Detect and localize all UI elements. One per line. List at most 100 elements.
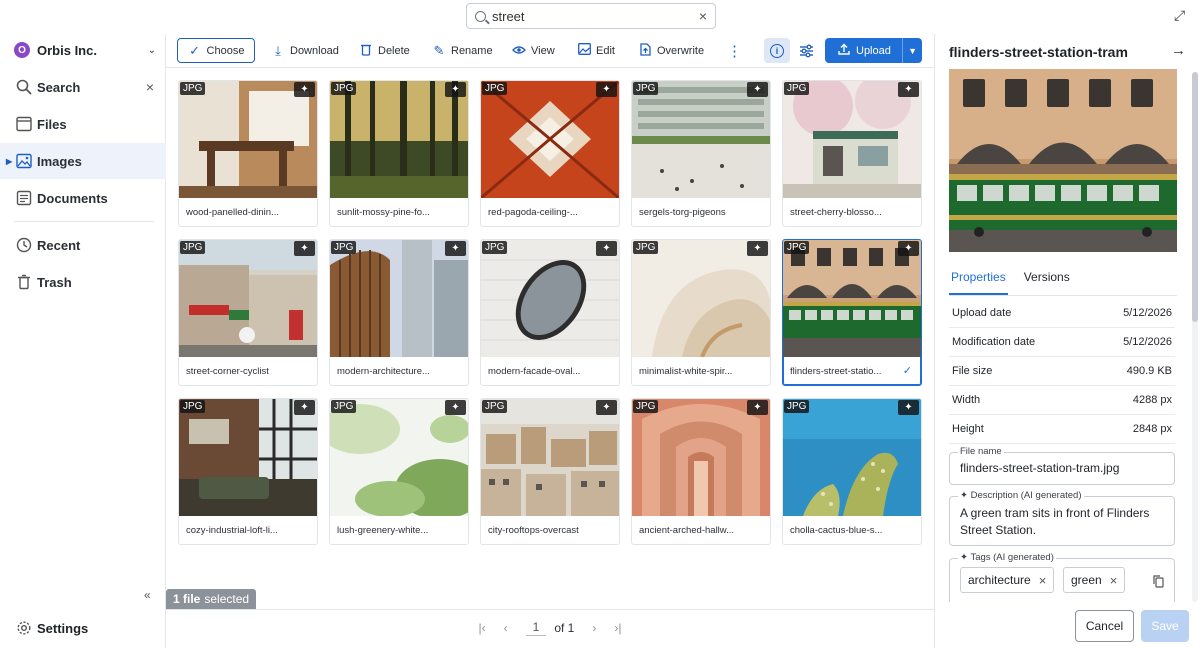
sidebar-item-label: Trash [37, 274, 72, 290]
search-input[interactable] [492, 8, 699, 24]
sidebar-item-search[interactable]: Search × [0, 69, 166, 105]
more-options-icon[interactable]: ⋮ [727, 38, 742, 63]
file-type-badge: JPG [180, 400, 206, 413]
rename-button[interactable]: ✎ Rename [432, 38, 493, 63]
image-card[interactable]: JPG ✦ minimalist-white-spir... [631, 239, 771, 386]
copy-icon[interactable] [1153, 575, 1164, 591]
image-thumbnail[interactable] [783, 399, 921, 516]
sparkle-icon: ✦ [960, 490, 971, 501]
file-type-badge: JPG [482, 400, 508, 413]
choose-button[interactable]: ✓ Choose [177, 38, 255, 63]
image-card[interactable]: JPG ✦ street-cherry-blosso... [782, 80, 922, 227]
remove-tag-icon[interactable]: × [1039, 573, 1047, 588]
tab-versions[interactable]: Versions [1022, 266, 1072, 295]
description-field[interactable]: ✦ Description (AI generated) A green tra… [949, 490, 1175, 546]
image-thumbnail[interactable] [179, 240, 317, 357]
expand-icon[interactable]: ⤢ [1174, 8, 1188, 22]
details-panel: flinders-street-station-tram → Propertie… [934, 34, 1200, 648]
search-icon [475, 10, 486, 22]
image-thumbnail[interactable] [481, 240, 619, 357]
info-toggle-button[interactable]: i [764, 38, 790, 63]
trash-icon [359, 43, 373, 59]
property-row: Height 2848 px [949, 415, 1175, 444]
tag-chip[interactable]: architecture × [960, 567, 1055, 593]
sidebar-item-recent[interactable]: Recent [0, 227, 166, 263]
collapse-sidebar-icon[interactable]: « [144, 588, 151, 602]
image-thumbnail[interactable] [179, 399, 317, 516]
chevron-down-icon[interactable]: ▼ [902, 38, 922, 63]
image-card[interactable]: JPG ✦ modern-architecture... [329, 239, 469, 386]
image-card[interactable]: JPG ✦ red-pagoda-ceiling-... [480, 80, 620, 227]
prev-page-icon[interactable]: ‹ [504, 621, 508, 635]
view-label: View [531, 44, 555, 57]
arrow-right-icon[interactable]: → [1171, 42, 1186, 59]
image-card-name: sergels-torg-pigeons [639, 207, 726, 218]
first-page-icon[interactable]: |‹ [479, 621, 486, 635]
image-card[interactable]: JPG ✦ street-corner-cyclist [178, 239, 318, 386]
image-thumbnail[interactable] [179, 81, 317, 198]
save-button[interactable]: Save [1141, 610, 1189, 642]
ai-sparkle-icon: ✦ [596, 400, 617, 415]
image-thumbnail[interactable] [481, 81, 619, 198]
image-card[interactable]: JPG ✦ modern-facade-oval... [480, 239, 620, 386]
close-icon[interactable]: × [146, 79, 154, 95]
sidebar-item-settings[interactable]: Settings [16, 620, 88, 636]
details-scrollbar[interactable] [1192, 72, 1198, 602]
image-card[interactable]: JPG ✦ sunlit-mossy-pine-fo... [329, 80, 469, 227]
sidebar-item-documents[interactable]: Documents [0, 180, 166, 216]
upload-main[interactable]: Upload [825, 43, 897, 58]
cancel-button[interactable]: Cancel [1075, 610, 1134, 642]
image-card[interactable]: JPG ✦ cholla-cactus-blue-s... [782, 398, 922, 545]
image-thumbnail[interactable] [783, 240, 921, 357]
upload-button[interactable]: Upload ▼ [825, 38, 922, 63]
image-card-name: street-cherry-blosso... [790, 207, 882, 218]
sidebar-item-files[interactable]: Files [0, 106, 166, 142]
image-thumbnail[interactable] [632, 240, 770, 357]
scrollbar-thumb[interactable] [1192, 72, 1198, 322]
edit-button[interactable]: Edit [577, 38, 615, 63]
filters-icon[interactable] [799, 38, 814, 63]
download-button[interactable]: ⤓ Download [271, 38, 339, 63]
remove-tag-icon[interactable]: × [1110, 573, 1118, 588]
org-switcher[interactable]: O Orbis Inc. ⌄ [14, 42, 156, 58]
image-thumbnail[interactable] [632, 399, 770, 516]
file-type-badge: JPG [331, 400, 357, 413]
next-page-icon[interactable]: › [592, 621, 596, 635]
image-thumbnail[interactable] [481, 399, 619, 516]
delete-button[interactable]: Delete [359, 38, 410, 63]
tag-chip[interactable]: green × [1063, 567, 1126, 593]
sidebar-item-trash[interactable]: Trash [0, 264, 166, 300]
image-card[interactable]: JPG ✦ lush-greenery-white... [329, 398, 469, 545]
image-thumbnail[interactable] [330, 81, 468, 198]
image-card[interactable]: JPG ✦ sergels-torg-pigeons [631, 80, 771, 227]
tags-field[interactable]: ✦ Tags (AI generated) architecture × gre… [949, 552, 1175, 608]
sparkle-icon: ✦ [960, 552, 971, 563]
tags-label-text: Tags (AI generated) [970, 552, 1054, 563]
page-number-input[interactable]: 1 [525, 619, 547, 636]
image-thumbnail[interactable] [783, 81, 921, 198]
gear-icon [16, 620, 32, 636]
image-card-name: street-corner-cyclist [186, 366, 269, 377]
document-icon [16, 190, 32, 206]
image-card[interactable]: JPG ✦ cozy-industrial-loft-li... [178, 398, 318, 545]
image-thumbnail[interactable] [632, 81, 770, 198]
delete-label: Delete [378, 44, 410, 57]
image-thumbnail[interactable] [330, 240, 468, 357]
image-card[interactable]: JPG ✦ flinders-street-statio... ✓ [782, 239, 922, 386]
search-box[interactable]: × [466, 3, 716, 29]
image-card-name: red-pagoda-ceiling-... [488, 207, 578, 218]
file-name-field[interactable]: File name flinders-street-station-tram.j… [949, 446, 1175, 485]
image-thumbnail[interactable] [330, 399, 468, 516]
overwrite-button[interactable]: Overwrite [638, 38, 704, 63]
clear-search-icon[interactable]: × [699, 8, 707, 24]
caret-right-icon: ▶ [6, 156, 13, 166]
image-card[interactable]: JPG ✦ city-rooftops-overcast [480, 398, 620, 545]
image-card[interactable]: JPG ✦ ancient-arched-hallw... [631, 398, 771, 545]
image-card[interactable]: JPG ✦ wood-panelled-dinin... [178, 80, 318, 227]
tag-label: architecture [968, 573, 1031, 587]
last-page-icon[interactable]: ›| [614, 621, 621, 635]
sidebar-item-images[interactable]: ▶ Images [0, 143, 166, 179]
view-button[interactable]: View [512, 38, 555, 63]
image-card-name: cholla-cactus-blue-s... [790, 525, 883, 536]
tab-properties[interactable]: Properties [949, 266, 1008, 295]
